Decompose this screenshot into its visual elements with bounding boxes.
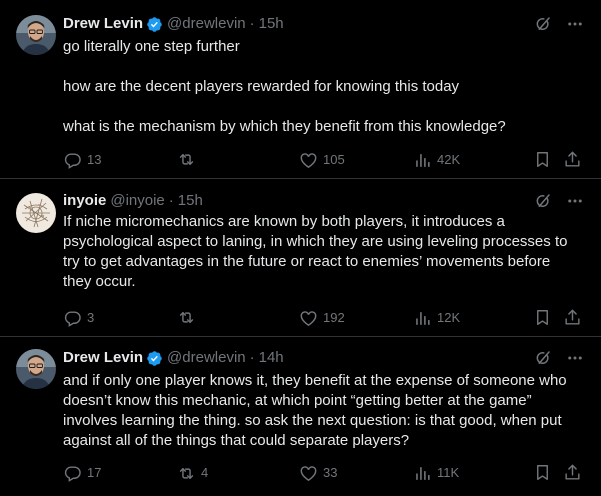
timestamp[interactable]: 15h xyxy=(178,191,203,211)
bookmark-button[interactable] xyxy=(533,308,552,327)
views-button[interactable]: 11K xyxy=(413,463,459,483)
reply-count: 3 xyxy=(87,310,95,325)
grok-icon[interactable] xyxy=(533,348,553,368)
reply-count: 13 xyxy=(87,152,102,167)
like-count: 105 xyxy=(323,152,345,167)
post-text: and if only one player knows it, they be… xyxy=(63,371,573,451)
author-name[interactable]: Drew Levin xyxy=(63,348,143,368)
post-paragraph: what is the mechanism by which they bene… xyxy=(63,118,506,135)
timestamp[interactable]: 14h xyxy=(259,348,284,368)
verified-badge-icon[interactable] xyxy=(146,350,163,367)
avatar-sketch-icon xyxy=(16,193,56,233)
post-text: If niche micromechanics are known by bot… xyxy=(63,212,573,292)
views-button[interactable]: 12K xyxy=(413,308,460,328)
share-button[interactable] xyxy=(563,308,582,327)
share-icon xyxy=(565,464,580,480)
post-paragraph: how are the decent players rewarded for … xyxy=(63,78,460,95)
like-button[interactable]: 192 xyxy=(299,308,345,328)
more-icon[interactable] xyxy=(565,348,585,368)
post-text: go literally one step further how are th… xyxy=(63,37,573,137)
header-actions xyxy=(533,348,585,368)
like-button[interactable]: 105 xyxy=(299,150,345,170)
bookmark-button[interactable] xyxy=(533,150,552,169)
bookmark-icon xyxy=(537,310,548,325)
author-handle[interactable]: @drewlevin xyxy=(167,348,246,368)
reply-icon xyxy=(64,152,81,169)
separator: · xyxy=(249,349,255,366)
author-name[interactable]: inyoie xyxy=(63,191,106,211)
views-count: 12K xyxy=(437,310,461,325)
post-paragraph: go literally one step further xyxy=(63,38,240,55)
views-count: 11K xyxy=(437,465,460,480)
separator: · xyxy=(249,15,255,32)
thread-feed: Drew Levin @drewlevin · 15h go literally… xyxy=(0,0,601,496)
post-paragraph: If niche micromechanics are known by bot… xyxy=(63,213,568,290)
reply-button[interactable]: 13 xyxy=(63,150,101,170)
avatar[interactable] xyxy=(16,349,56,389)
author-name[interactable]: Drew Levin xyxy=(63,14,143,34)
repost-count: 4 xyxy=(201,465,209,480)
repost-button[interactable]: 4 xyxy=(177,463,208,483)
views-icon xyxy=(416,153,430,167)
views-button[interactable]: 42K xyxy=(413,150,460,170)
post-header: Drew Levin @drewlevin · 15h xyxy=(63,14,585,34)
reply-button[interactable]: 17 xyxy=(63,463,101,483)
bookmark-icon xyxy=(537,465,548,480)
more-icon[interactable] xyxy=(565,191,585,211)
separator: · xyxy=(168,192,174,209)
bookmark-icon xyxy=(537,152,548,167)
repost-icon xyxy=(179,154,194,165)
post-paragraph: and if only one player knows it, they be… xyxy=(63,372,567,449)
post-header: Drew Levin @drewlevin · 14h xyxy=(63,348,585,368)
post-header: inyoie @inyoie · 15h xyxy=(63,191,585,211)
views-icon xyxy=(416,311,430,325)
bookmark-button[interactable] xyxy=(533,463,552,482)
post[interactable]: inyoie @inyoie · 15h If niche micromecha… xyxy=(0,179,601,337)
share-icon xyxy=(565,309,580,325)
like-icon xyxy=(300,465,317,481)
timestamp[interactable]: 15h xyxy=(259,14,284,34)
grok-icon[interactable] xyxy=(533,14,553,34)
more-icon[interactable] xyxy=(565,14,585,34)
views-icon xyxy=(416,466,430,480)
like-icon xyxy=(300,310,317,326)
repost-icon xyxy=(179,312,194,323)
avatar[interactable] xyxy=(16,193,56,233)
reply-icon xyxy=(64,465,81,482)
reply-button[interactable]: 3 xyxy=(63,308,94,328)
repost-button[interactable] xyxy=(177,150,201,169)
share-icon xyxy=(565,151,580,167)
grok-icon[interactable] xyxy=(533,191,553,211)
like-button[interactable]: 33 xyxy=(299,463,337,483)
repost-icon xyxy=(179,467,194,479)
avatar[interactable] xyxy=(16,15,56,55)
avatar-photo-icon xyxy=(16,15,56,55)
action-bar: 13 105 42K xyxy=(63,150,585,170)
post[interactable]: Drew Levin @drewlevin · 14h and if only … xyxy=(0,337,601,496)
like-icon xyxy=(300,152,317,168)
share-button[interactable] xyxy=(563,150,582,169)
repost-button[interactable] xyxy=(177,308,201,327)
like-count: 192 xyxy=(323,310,345,325)
avatar-photo-icon xyxy=(16,349,56,389)
header-actions xyxy=(533,14,585,34)
like-count: 33 xyxy=(323,465,338,480)
reply-count: 17 xyxy=(87,465,102,480)
author-handle[interactable]: @drewlevin xyxy=(167,14,246,34)
action-bar: 17 4 33 11K xyxy=(63,463,585,483)
verified-badge-icon[interactable] xyxy=(146,16,163,33)
action-bar: 3 192 12K xyxy=(63,308,585,328)
header-actions xyxy=(533,191,585,211)
post[interactable]: Drew Levin @drewlevin · 15h go literally… xyxy=(0,0,601,179)
views-count: 42K xyxy=(437,152,461,167)
share-button[interactable] xyxy=(563,463,582,482)
reply-icon xyxy=(64,310,81,327)
author-handle[interactable]: @inyoie xyxy=(110,191,164,211)
